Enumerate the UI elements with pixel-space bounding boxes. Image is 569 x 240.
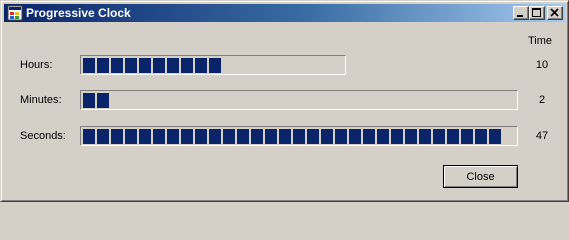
progress-segment xyxy=(349,129,361,144)
progress-segment xyxy=(405,129,417,144)
progress-segment xyxy=(363,129,375,144)
close-icon xyxy=(550,8,559,17)
progress-segment xyxy=(181,129,193,144)
app-window-icon[interactable] xyxy=(7,5,23,21)
seconds-value: 47 xyxy=(535,130,549,142)
minimize-button[interactable] xyxy=(513,6,529,20)
progress-segment xyxy=(139,129,151,144)
progress-segment xyxy=(335,129,347,144)
window-title: Progressive Clock xyxy=(26,6,131,20)
seconds-label: Seconds: xyxy=(20,130,66,142)
progress-segment xyxy=(377,129,389,144)
progress-segment xyxy=(293,129,305,144)
hours-value: 10 xyxy=(535,59,549,71)
progress-segment xyxy=(391,129,403,144)
progress-segment xyxy=(97,58,109,73)
progress-segment xyxy=(321,129,333,144)
progress-segment xyxy=(195,58,207,73)
progress-segment xyxy=(111,129,123,144)
progress-segment xyxy=(209,129,221,144)
time-column-header: Time xyxy=(528,35,553,47)
progress-segment xyxy=(139,58,151,73)
progress-segment xyxy=(153,129,165,144)
progress-segment xyxy=(153,58,165,73)
minutes-label: Minutes: xyxy=(20,94,62,106)
progress-segment xyxy=(279,129,291,144)
close-window-button[interactable] xyxy=(547,6,563,20)
progress-segment xyxy=(251,129,263,144)
progress-segment xyxy=(447,129,459,144)
hours-progress-bar xyxy=(80,55,346,75)
progress-segment xyxy=(419,129,431,144)
minutes-value: 2 xyxy=(538,94,546,106)
progress-segment xyxy=(167,58,179,73)
minutes-progress-bar xyxy=(80,90,518,110)
progress-segment xyxy=(83,129,95,144)
seconds-progress-bar xyxy=(80,126,518,146)
progress-segment xyxy=(461,129,473,144)
progress-segment xyxy=(97,93,109,108)
close-button[interactable]: Close xyxy=(443,165,518,188)
progress-segment xyxy=(223,129,235,144)
maximize-button[interactable] xyxy=(529,6,545,20)
main-window: Progressive Clock Time Hours: 10 Minutes… xyxy=(0,0,569,202)
title-bar[interactable]: Progressive Clock xyxy=(4,4,565,22)
progress-segment xyxy=(475,129,487,144)
minimize-icon xyxy=(517,15,523,17)
progress-segment xyxy=(83,58,95,73)
progress-segment xyxy=(433,129,445,144)
progress-segment xyxy=(237,129,249,144)
progress-segment xyxy=(97,129,109,144)
maximize-icon xyxy=(532,8,541,17)
progress-segment xyxy=(489,129,501,144)
progress-segment xyxy=(125,129,137,144)
progress-segment xyxy=(195,129,207,144)
progress-segment xyxy=(167,129,179,144)
hours-label: Hours: xyxy=(20,59,53,71)
progress-segment xyxy=(265,129,277,144)
progress-segment xyxy=(83,93,95,108)
progress-segment xyxy=(209,58,221,73)
progress-segment xyxy=(307,129,319,144)
progress-segment xyxy=(125,58,137,73)
progress-segment xyxy=(181,58,193,73)
progress-segment xyxy=(111,58,123,73)
